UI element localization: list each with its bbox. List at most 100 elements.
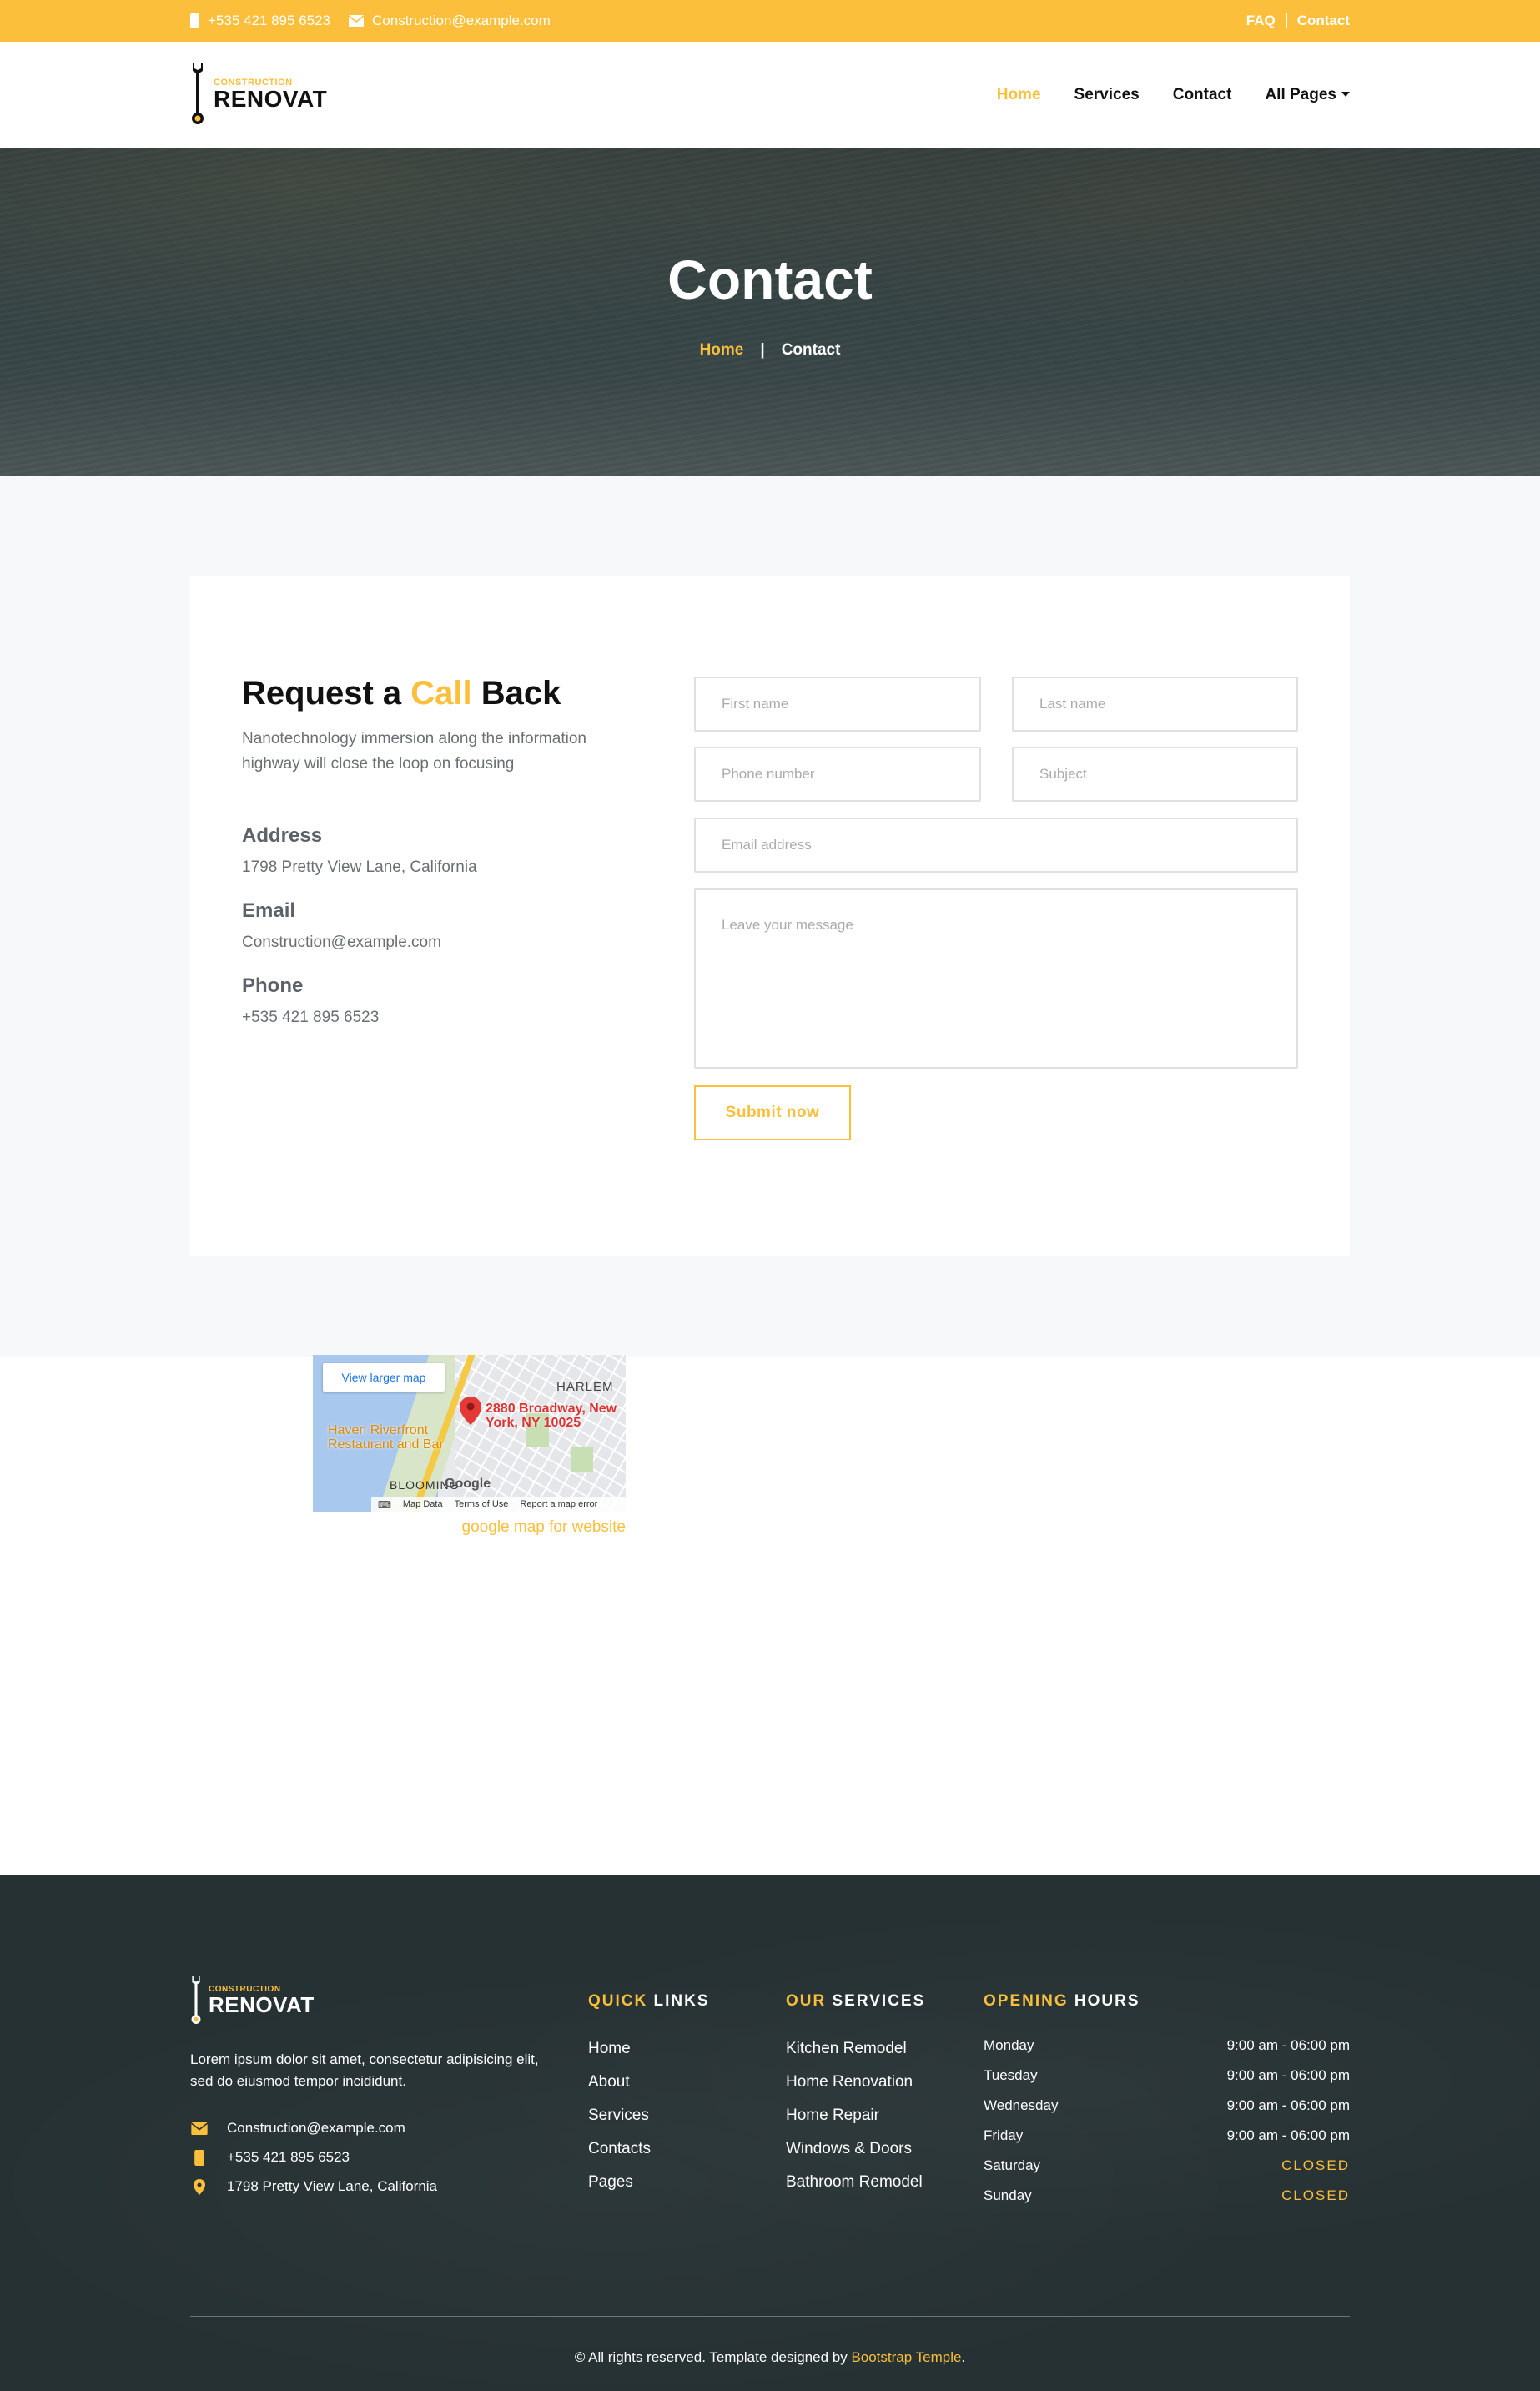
footer-phone[interactable]: +535 421 895 6523 xyxy=(190,2149,350,2166)
hours-time: 9:00 am - 06:00 pm xyxy=(1226,2067,1350,2083)
email-address-field[interactable]: Email address xyxy=(694,818,1298,873)
copyright-post: . xyxy=(961,2349,966,2365)
email-placeholder: Email address xyxy=(722,837,812,853)
message-placeholder: Leave your message xyxy=(722,917,853,933)
top-bar: +535 421 895 6523 Construction@example.c… xyxy=(0,0,1540,42)
topbar-faq-link[interactable]: FAQ xyxy=(1246,13,1276,29)
topbar-contact-link[interactable]: Contact xyxy=(1297,13,1350,29)
google-map-embed[interactable]: View larger map HARLEM 2880 Broadway, Ne… xyxy=(313,1355,626,1512)
breadcrumb-home[interactable]: Home xyxy=(700,341,744,359)
last-name-field[interactable]: Last name xyxy=(1012,677,1298,732)
wrench-logo-icon xyxy=(191,1976,201,2024)
brand-big-text: RENOVAT xyxy=(214,85,328,112)
map-poi-label[interactable]: Haven Riverfront Restaurant and Bar xyxy=(328,1423,444,1452)
map-poi-line2: Restaurant and Bar xyxy=(328,1437,444,1452)
quick-link-services[interactable]: Services xyxy=(588,2099,651,2132)
nav-contact[interactable]: Contact xyxy=(1173,86,1232,104)
hours-day: Tuesday xyxy=(984,2067,1038,2083)
quick-link-contacts[interactable]: Contacts xyxy=(588,2132,651,2166)
phone-placeholder: Phone number xyxy=(722,766,815,782)
title-pre: Request a xyxy=(242,675,411,712)
hours-row: Saturday CLOSED xyxy=(984,2151,1350,2181)
email-value[interactable]: Construction@example.com xyxy=(242,934,441,952)
copyright-pre: © All rights reserved. Template designed… xyxy=(574,2349,852,2365)
nav-all-pages[interactable]: All Pages xyxy=(1265,86,1350,104)
map-terms-link[interactable]: Terms of Use xyxy=(455,1499,509,1509)
map-address-label: 2880 Broadway, New York, NY 10025 xyxy=(486,1402,617,1430)
map-report-link[interactable]: Report a map error xyxy=(520,1499,597,1509)
hours-row: Monday 9:00 am - 06:00 pm xyxy=(984,2031,1350,2061)
footer-address-text: 1798 Pretty View Lane, California xyxy=(227,2178,438,2194)
quick-link-pages[interactable]: Pages xyxy=(588,2166,651,2199)
first-name-placeholder: First name xyxy=(722,696,789,712)
nav-services[interactable]: Services xyxy=(1074,86,1140,104)
footer-divider xyxy=(190,2316,1350,2317)
phone-value[interactable]: +535 421 895 6523 xyxy=(242,1009,379,1027)
hours-day: Saturday xyxy=(984,2157,1041,2173)
map-pin-icon[interactable] xyxy=(460,1397,481,1425)
hours-time: 9:00 am - 06:00 pm xyxy=(1226,2037,1350,2053)
service-link[interactable]: Kitchen Remodel xyxy=(786,2032,923,2066)
hours-row: Sunday CLOSED xyxy=(984,2181,1350,2211)
hours-day: Monday xyxy=(984,2037,1034,2053)
footer-phone-text: +535 421 895 6523 xyxy=(227,2149,350,2165)
main-nav: Home Services Contact All Pages xyxy=(997,42,1350,148)
services-list: Kitchen Remodel Home Renovation Home Rep… xyxy=(786,2032,923,2199)
map-address-line1: 2880 Broadway, New xyxy=(486,1402,617,1416)
nav-home[interactable]: Home xyxy=(997,86,1041,104)
first-name-field[interactable]: First name xyxy=(694,677,981,732)
subject-placeholder: Subject xyxy=(1039,766,1087,782)
service-link[interactable]: Windows & Doors xyxy=(786,2132,923,2166)
title-post: Back xyxy=(471,675,561,712)
quick-link-home[interactable]: Home xyxy=(588,2032,651,2066)
map-attribution-bar: ⌨ Map Data Terms of Use Report a map err… xyxy=(371,1497,626,1512)
service-link[interactable]: Home Repair xyxy=(786,2099,923,2132)
service-link[interactable]: Home Renovation xyxy=(786,2066,923,2099)
map-poi-line1: Haven Riverfront xyxy=(328,1423,429,1437)
quick-links-heading-rest: LINKS xyxy=(647,1992,710,2010)
hours-time: 9:00 am - 06:00 pm xyxy=(1226,2127,1350,2143)
envelope-icon xyxy=(349,15,365,27)
topbar-phone[interactable]: +535 421 895 6523 xyxy=(190,13,330,29)
hours-time: 9:00 am - 06:00 pm xyxy=(1226,2097,1350,2113)
map-address-line2: York, NY 10025 xyxy=(486,1416,581,1430)
breadcrumb-current: Contact xyxy=(781,341,841,359)
view-larger-map-button[interactable]: View larger map xyxy=(323,1363,445,1392)
brand-wordmark: CONSTRUCTION RENOVAT xyxy=(214,78,327,111)
brand-logo[interactable]: CONSTRUCTION RENOVAT xyxy=(190,63,327,126)
quick-link-about[interactable]: About xyxy=(588,2066,651,2099)
title-accent: Call xyxy=(410,675,472,712)
hours-row: Friday 9:00 am - 06:00 pm xyxy=(984,2121,1350,2151)
footer-address: 1798 Pretty View Lane, California xyxy=(190,2178,437,2195)
quick-links-heading-accent: QUICK xyxy=(588,1992,648,2010)
opening-hours-heading-rest: HOURS xyxy=(1068,1992,1140,2010)
service-link[interactable]: Bathroom Remodel xyxy=(786,2166,923,2199)
envelope-icon xyxy=(191,2122,208,2135)
topbar-email-text: Construction@example.com xyxy=(372,13,551,28)
email-label: Email xyxy=(242,899,296,922)
message-textarea[interactable]: Leave your message xyxy=(694,888,1298,1069)
footer-email-text: Construction@example.com xyxy=(227,2120,405,2136)
contact-card: Request a Call Back Nanotechnology immer… xyxy=(190,576,1350,1256)
footer-brand-big: RENOVAT xyxy=(209,1992,315,2017)
footer-logo[interactable]: CONSTRUCTION RENOVAT xyxy=(190,1976,315,2026)
copyright-link[interactable]: Bootstrap Temple xyxy=(851,2349,961,2365)
phone-number-field[interactable]: Phone number xyxy=(694,747,981,802)
address-value: 1798 Pretty View Lane, California xyxy=(242,858,477,876)
map-data-link[interactable]: Map Data xyxy=(403,1499,443,1509)
map-caption-link[interactable]: google map for website xyxy=(0,1518,626,1537)
address-label: Address xyxy=(242,824,323,847)
request-description: Nanotechnology immersion along the infor… xyxy=(242,730,586,773)
page-hero: Contact Home | Contact xyxy=(0,148,1540,476)
footer-email[interactable]: Construction@example.com xyxy=(190,2120,405,2137)
footer: CONSTRUCTION RENOVAT Lorem ipsum dolor s… xyxy=(0,1875,1540,2391)
topbar-divider xyxy=(1285,13,1287,28)
submit-button[interactable]: Submit now xyxy=(694,1085,851,1140)
phone-label: Phone xyxy=(242,974,304,997)
subject-field[interactable]: Subject xyxy=(1012,747,1298,802)
keyboard-icon[interactable]: ⌨ xyxy=(378,1499,391,1510)
topbar-email[interactable]: Construction@example.com xyxy=(349,13,551,29)
opening-hours-table: Monday 9:00 am - 06:00 pm Tuesday 9:00 am … xyxy=(984,2031,1350,2211)
footer-about-text: Lorem ipsum dolor sit amet, consectetur … xyxy=(190,2051,539,2089)
navbar: CONSTRUCTION RENOVAT Home Services Conta… xyxy=(0,42,1540,148)
